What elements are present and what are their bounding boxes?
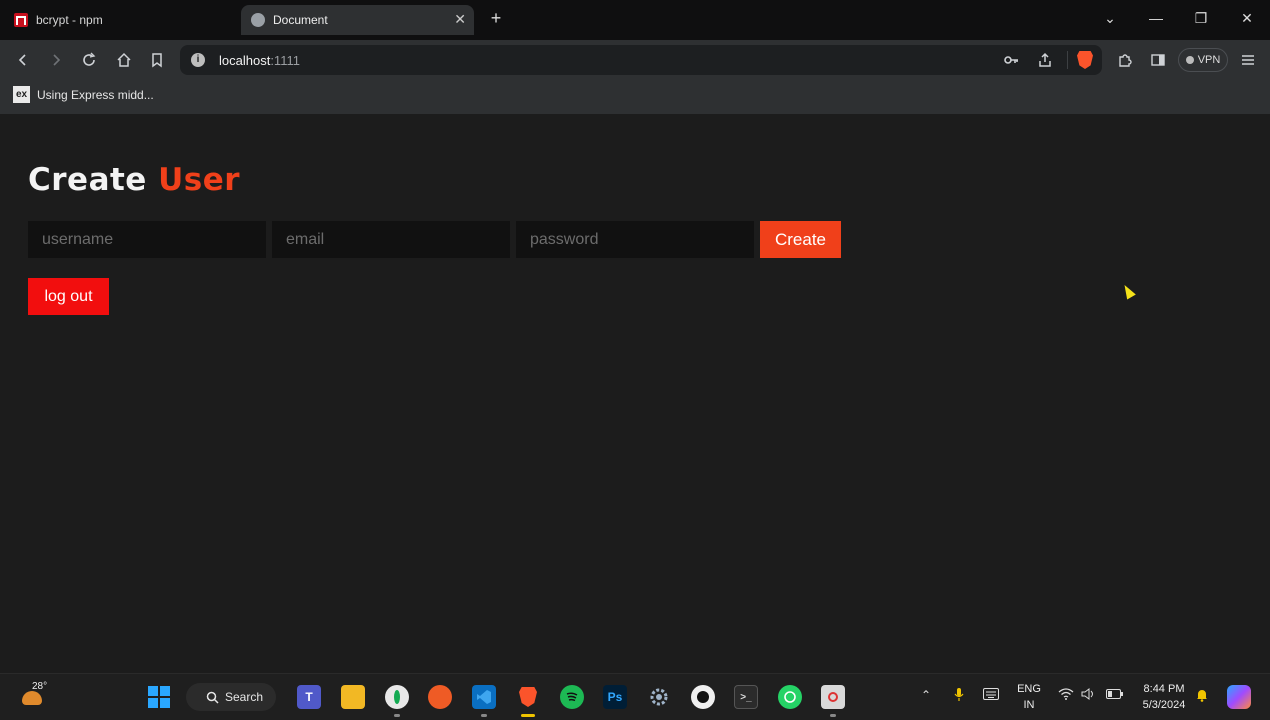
bookmark-icon[interactable] (148, 51, 166, 69)
divider (1067, 51, 1068, 69)
brave-icon[interactable] (516, 685, 540, 709)
taskbar-search-button[interactable]: Search (186, 683, 276, 711)
settings-icon[interactable] (647, 685, 671, 709)
page-title: Create User (28, 162, 240, 198)
weather-temp: 28° (32, 681, 48, 692)
username-input[interactable] (28, 221, 266, 258)
tab-bcrypt-npm[interactable]: bcrypt - npm (6, 5, 234, 35)
touch-keyboard-icon[interactable] (983, 688, 999, 703)
clock-date: 5/3/2024 (1142, 699, 1186, 711)
file-explorer-icon[interactable] (341, 685, 365, 709)
globe-icon (251, 13, 265, 27)
windows-taskbar: 28° Search T Ps >_ ⌃ ENG IN 8:44 PM 5/3/… (0, 673, 1270, 720)
terminal-icon[interactable]: >_ (734, 685, 758, 709)
bookmark-express-middleware[interactable]: ex Using Express midd... (13, 86, 154, 103)
reload-icon[interactable] (80, 51, 98, 69)
close-tab-icon[interactable]: ✕ (454, 11, 466, 28)
teams-icon[interactable]: T (297, 685, 321, 709)
page-content: Create User Create log out (0, 114, 1270, 673)
bookmark-label: Using Express midd... (37, 87, 154, 102)
photoshop-icon[interactable]: Ps (603, 685, 627, 709)
sidebar-icon[interactable] (1149, 51, 1167, 69)
notification-bell-icon[interactable] (1196, 688, 1208, 705)
vpn-button[interactable]: VPN (1178, 48, 1228, 72)
show-hidden-icons-chevron-icon[interactable]: ⌃ (921, 688, 931, 702)
brave-shields-icon[interactable] (1077, 51, 1093, 69)
search-icon (206, 691, 219, 704)
snipping-tool-icon[interactable] (821, 685, 845, 709)
site-info-icon[interactable]: i (191, 53, 205, 67)
running-indicator (481, 714, 487, 717)
windows-start-icon[interactable] (147, 685, 171, 709)
search-label: Search (225, 690, 264, 704)
clock-time: 8:44 PM (1143, 683, 1185, 695)
tab-document[interactable]: Document ✕ (241, 5, 474, 35)
address-bar[interactable]: i localhost:1111 (180, 45, 1102, 75)
title-main: Create (28, 162, 147, 198)
copilot-icon[interactable] (1227, 685, 1251, 709)
home-icon[interactable] (115, 51, 133, 69)
weather-icon (22, 691, 42, 705)
tab-search-chevron-icon[interactable]: ⌄ (1100, 10, 1120, 27)
github-icon[interactable] (691, 685, 715, 709)
back-icon[interactable] (14, 51, 32, 69)
password-input[interactable] (516, 221, 754, 258)
whatsapp-icon[interactable] (778, 685, 802, 709)
running-indicator (830, 714, 836, 717)
browser-toolbar: i localhost:1111 VPN (0, 40, 1270, 80)
browser-tab-strip: bcrypt - npm Document ✕ + ⌄ — ❐ ✕ (0, 0, 1270, 40)
new-tab-button[interactable]: + (486, 8, 506, 29)
close-window-button[interactable]: ✕ (1237, 10, 1257, 27)
tab-title: bcrypt - npm (36, 13, 103, 27)
battery-icon[interactable] (1106, 688, 1124, 703)
region-code: IN (1023, 699, 1035, 711)
system-clock[interactable]: 8:44 PM 5/3/2024 (1136, 681, 1192, 713)
bookmarks-bar: ex Using Express midd... (0, 80, 1270, 114)
wifi-icon[interactable] (1058, 688, 1074, 703)
active-indicator (521, 714, 535, 717)
vpn-label: VPN (1197, 54, 1221, 66)
spotify-icon[interactable] (560, 685, 584, 709)
npm-icon (14, 13, 28, 27)
mongodb-compass-icon[interactable] (385, 685, 409, 709)
title-accent: User (158, 162, 241, 198)
minimize-button[interactable]: — (1146, 10, 1166, 26)
logout-button[interactable]: log out (28, 278, 109, 315)
restore-button[interactable]: ❐ (1191, 10, 1211, 27)
vpn-status-icon (1185, 56, 1194, 64)
input-language-indicator[interactable]: ENG IN (1015, 681, 1043, 713)
running-indicator (394, 714, 400, 717)
express-icon: ex (13, 86, 30, 103)
extensions-icon[interactable] (1116, 51, 1134, 69)
create-button[interactable]: Create (760, 221, 841, 258)
menu-icon[interactable] (1239, 51, 1257, 69)
weather-widget[interactable]: 28° (20, 681, 48, 709)
tab-title: Document (273, 13, 328, 27)
email-input[interactable] (272, 221, 510, 258)
vscode-icon[interactable] (472, 685, 496, 709)
language-code: ENG (1017, 683, 1041, 695)
forward-icon[interactable] (47, 51, 65, 69)
share-icon[interactable] (1037, 52, 1053, 68)
microphone-icon[interactable] (954, 688, 964, 705)
url-text: localhost:1111 (219, 53, 300, 68)
postman-icon[interactable] (428, 685, 452, 709)
password-key-icon[interactable] (1003, 52, 1019, 68)
volume-icon[interactable] (1081, 688, 1097, 703)
mouse-cursor-icon (1120, 282, 1136, 300)
